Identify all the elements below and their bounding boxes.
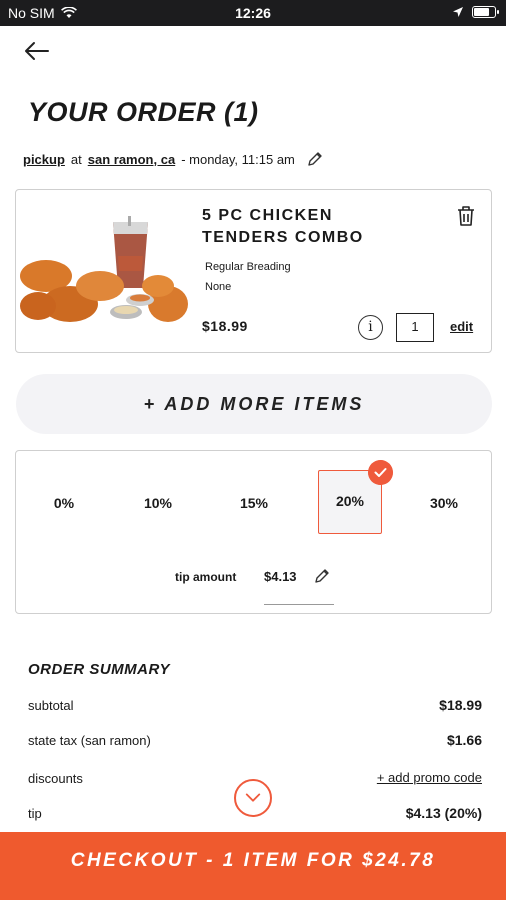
info-icon[interactable]: i: [358, 315, 383, 340]
trash-icon[interactable]: [456, 205, 476, 227]
item-name-line1: 5 PC CHICKEN: [202, 207, 333, 224]
add-more-items-button[interactable]: + ADD MORE ITEMS: [16, 374, 492, 434]
status-time: 12:26: [235, 5, 271, 21]
edit-item-link[interactable]: edit: [450, 319, 473, 334]
status-bar: No SIM 12:26: [0, 0, 506, 26]
checkmark-icon: [368, 460, 393, 485]
back-arrow-icon[interactable]: [22, 38, 52, 64]
order-item-card: 5 PC CHICKEN TENDERS COMBO Regular Bread…: [15, 189, 492, 353]
tip-card: 0% 10% 15% 20% 30% tip amount $4.13: [15, 450, 492, 614]
checkout-button[interactable]: CHECKOUT - 1 ITEM FOR $24.78: [0, 832, 506, 900]
chevron-down-icon[interactable]: [234, 779, 272, 817]
page-title: YOUR ORDER (1): [28, 97, 259, 127]
tax-value: $1.66: [446, 732, 482, 748]
discounts-label: discounts: [28, 771, 83, 786]
subtotal-value: $18.99: [439, 697, 482, 713]
subtotal-label: subtotal: [28, 698, 74, 713]
tip-option-10[interactable]: 10%: [133, 495, 183, 511]
item-option-second: None: [205, 281, 232, 293]
at-label: at: [70, 151, 82, 167]
tip-amount-value[interactable]: $4.13: [264, 569, 297, 584]
tax-label: state tax (san ramon): [28, 733, 151, 748]
quantity-field[interactable]: 1: [396, 313, 434, 342]
food-image: [20, 216, 188, 322]
tip-input-underline: [264, 604, 334, 605]
item-option-breading: Regular Breading: [205, 261, 291, 273]
tip-label: tip: [28, 806, 42, 821]
item-name-line2: TENDERS COMBO: [202, 229, 364, 246]
order-summary-title: ORDER SUMMARY: [28, 661, 171, 678]
tip-amount-label: tip amount: [175, 570, 237, 584]
tip-value: $4.13 (20%): [405, 805, 482, 821]
item-price: $18.99: [202, 318, 248, 334]
pencil-icon[interactable]: [307, 151, 323, 167]
pickup-info: pickup at san ramon, ca - monday, 11:15 …: [23, 151, 323, 167]
add-promo-code-link[interactable]: + add promo code: [377, 770, 482, 785]
battery-icon: [472, 6, 499, 18]
tip-option-15[interactable]: 15%: [229, 495, 279, 511]
item-name: 5 PC CHICKEN TENDERS COMBO: [202, 205, 422, 249]
status-right: [452, 6, 499, 18]
tip-option-0[interactable]: 0%: [39, 495, 89, 511]
location-arrow-icon: [453, 7, 463, 17]
pickup-time: - monday, 11:15 am: [181, 151, 295, 167]
location-link[interactable]: san ramon, ca: [88, 152, 175, 167]
pencil-icon[interactable]: [314, 568, 330, 584]
tip-option-30[interactable]: 30%: [419, 495, 469, 511]
pickup-mode-link[interactable]: pickup: [23, 152, 65, 167]
